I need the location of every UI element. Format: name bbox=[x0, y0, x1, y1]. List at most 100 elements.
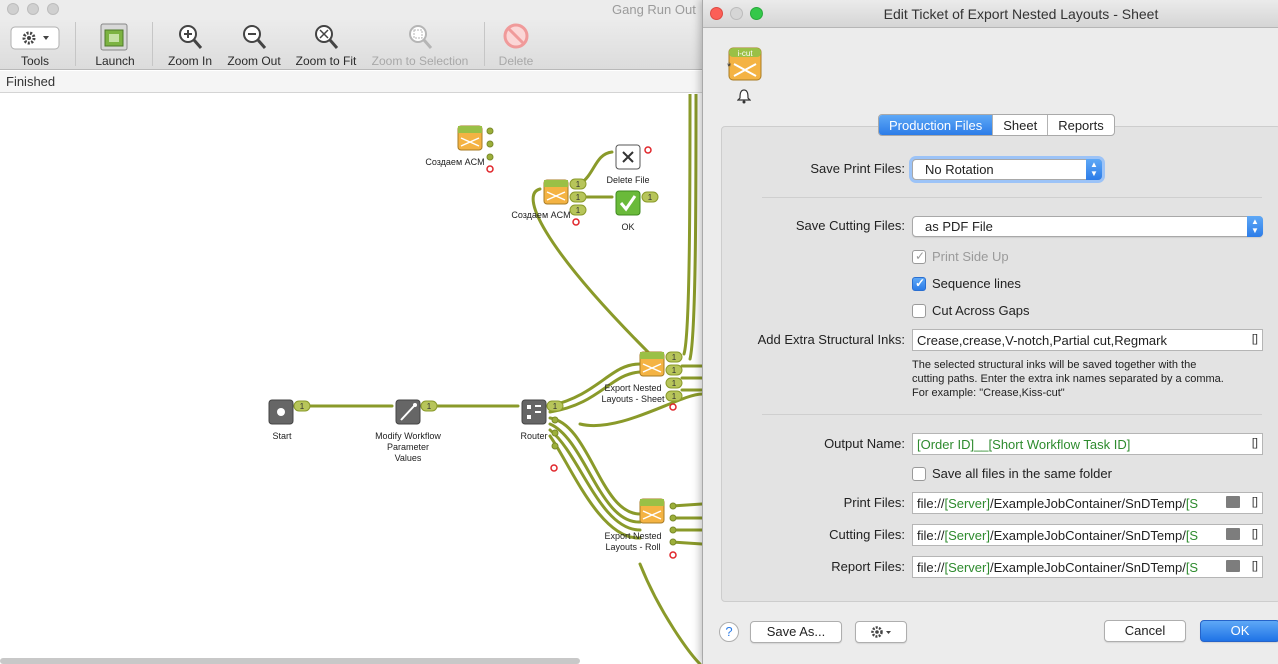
save-print-files-value: No Rotation bbox=[925, 162, 994, 177]
connection-sheet-up-1 bbox=[682, 94, 692, 356]
report-files-label: Report Files: bbox=[831, 559, 905, 574]
acm-node-1-icon bbox=[457, 125, 483, 151]
prohibited-icon bbox=[503, 23, 529, 49]
launch-icon bbox=[100, 23, 128, 51]
gear-icon bbox=[871, 626, 891, 638]
workflow-canvas[interactable]: 1 1 1 1 1 1 1 1 1 1 1 Start Modify Workf… bbox=[0, 94, 702, 664]
tab-sheet[interactable]: Sheet bbox=[993, 115, 1049, 135]
svg-text:1: 1 bbox=[672, 392, 677, 401]
zoom-to-fit-button[interactable]: Zoom to Fit bbox=[295, 22, 357, 68]
updown-chevron-icon: ▲ ▼ bbox=[1086, 159, 1102, 180]
export-roll-node-icon bbox=[639, 498, 665, 524]
delete-button[interactable]: Delete bbox=[496, 22, 536, 68]
same-folder-label: Save all files in the same folder bbox=[932, 466, 1112, 481]
checkbox-box bbox=[912, 466, 926, 481]
svg-text:1: 1 bbox=[648, 193, 653, 202]
status-text: Finished bbox=[6, 74, 56, 89]
sequence-lines-checkbox[interactable]: Sequence lines bbox=[912, 276, 1021, 291]
save-print-files-popup[interactable]: No Rotation ▲ ▼ bbox=[912, 159, 1102, 180]
help-button[interactable]: ? bbox=[719, 622, 739, 642]
export-sheet-node-label: Export Nested Layouts - Sheet bbox=[601, 383, 665, 404]
zoom-in-button[interactable]: Zoom In bbox=[166, 22, 214, 68]
save-print-files-label: Save Print Files: bbox=[810, 161, 905, 176]
acm-node-2-icon bbox=[543, 179, 569, 205]
tools-label: Tools bbox=[20, 54, 49, 68]
variables-button[interactable]: [] bbox=[1252, 437, 1258, 449]
icut-badge-text: i-cut bbox=[737, 49, 753, 58]
tab-reports[interactable]: Reports bbox=[1048, 115, 1114, 135]
start-node-icon bbox=[268, 399, 294, 425]
dialog-title: Edit Ticket of Export Nested Layouts - S… bbox=[883, 6, 1159, 22]
tab-production-files[interactable]: Production Files bbox=[879, 115, 994, 135]
modify-node-icon bbox=[395, 399, 421, 425]
checkbox-box bbox=[912, 249, 926, 264]
acm-node-2-label: Создаем ACM bbox=[511, 210, 571, 220]
zoom-to-selection-button[interactable]: Zoom to Selection bbox=[370, 22, 470, 68]
minimize-button-inactive[interactable] bbox=[27, 3, 39, 15]
acm-node-1-label: Создаем ACM bbox=[425, 157, 485, 167]
cut-across-gaps-checkbox[interactable]: Cut Across Gaps bbox=[912, 303, 1030, 318]
launch-button[interactable]: Launch bbox=[92, 22, 138, 68]
close-button-inactive[interactable] bbox=[7, 3, 19, 15]
zoom-button-inactive[interactable] bbox=[47, 3, 59, 15]
folder-icon[interactable] bbox=[1226, 496, 1240, 508]
connection-router-roll-4 bbox=[548, 434, 642, 540]
order-id-token: [Order ID] bbox=[917, 437, 975, 452]
ok-node-icon bbox=[615, 190, 641, 216]
tools-button[interactable]: Tools bbox=[10, 22, 60, 68]
variables-button[interactable]: [] bbox=[1252, 496, 1258, 508]
svg-text:1: 1 bbox=[576, 180, 581, 189]
zoom-out-icon bbox=[243, 25, 267, 49]
save-as-button[interactable]: Save As... bbox=[750, 621, 842, 643]
router-node-icon bbox=[521, 399, 547, 425]
icut-task-icon: i-cut * bbox=[727, 47, 762, 81]
zoom-out-label: Zoom Out bbox=[227, 54, 281, 68]
save-cutting-files-popup[interactable]: as PDF File ▲ ▼ bbox=[912, 216, 1263, 237]
edit-ticket-dialog: Edit Ticket of Export Nested Layouts - S… bbox=[702, 0, 1278, 664]
cancel-button[interactable]: Cancel bbox=[1104, 620, 1186, 642]
extra-inks-help: The selected structural inks will be sav… bbox=[912, 359, 1224, 399]
save-cutting-files-label: Save Cutting Files: bbox=[795, 218, 905, 233]
extra-inks-label: Add Extra Structural Inks: bbox=[757, 332, 905, 347]
production-files-panel: Save Print Files: No Rotation ▲ ▼ Save Cu… bbox=[721, 126, 1278, 602]
start-node-label: Start bbox=[272, 431, 292, 441]
zoom-out-button[interactable]: Zoom Out bbox=[226, 22, 282, 68]
export-roll-node-label: Export Nested Layouts - Roll bbox=[604, 531, 662, 552]
zoom-in-icon bbox=[179, 25, 203, 49]
horizontal-scrollbar[interactable] bbox=[0, 658, 580, 664]
print-files-field[interactable]: file://[Server]/ExampleJobContainer/SnDT… bbox=[912, 492, 1263, 514]
folder-icon[interactable] bbox=[1226, 560, 1240, 572]
output-name-field[interactable]: [Order ID]__[Short Workflow Task ID] [] bbox=[912, 433, 1263, 455]
zoom-to-selection-icon bbox=[409, 25, 433, 49]
variables-button[interactable]: [] bbox=[1252, 528, 1258, 540]
svg-text:1: 1 bbox=[576, 206, 581, 215]
status-bar: Finished bbox=[0, 71, 702, 93]
zoom-to-selection-label: Zoom to Selection bbox=[371, 54, 469, 68]
zoom-to-fit-label: Zoom to Fit bbox=[295, 54, 357, 68]
modify-node-label: Modify Workflow Parameter Values bbox=[375, 431, 441, 463]
export-sheet-node-icon bbox=[639, 351, 665, 377]
svg-text:1: 1 bbox=[672, 366, 677, 375]
badge-modify: 1 bbox=[427, 402, 432, 411]
ok-node-label: OK bbox=[621, 222, 635, 232]
cutting-files-field[interactable]: file://[Server]/ExampleJobContainer/SnDT… bbox=[912, 524, 1263, 546]
variables-button[interactable]: [] bbox=[1252, 560, 1258, 572]
connection-roll-down bbox=[638, 562, 702, 664]
variables-button[interactable]: [] bbox=[1252, 333, 1258, 345]
dialog-titlebar: Edit Ticket of Export Nested Layouts - S… bbox=[703, 0, 1278, 28]
extra-inks-field[interactable]: Crease,crease,V-notch,Partial cut,Regmar… bbox=[912, 329, 1263, 351]
launch-label: Launch bbox=[95, 54, 135, 68]
folder-icon[interactable] bbox=[1226, 528, 1240, 540]
print-side-up-checkbox[interactable]: Print Side Up bbox=[912, 249, 1009, 264]
workflow-title: Gang Run Out bbox=[612, 2, 696, 17]
report-files-field[interactable]: file://[Server]/ExampleJobContainer/SnDT… bbox=[912, 556, 1263, 578]
print-side-up-label: Print Side Up bbox=[932, 249, 1009, 264]
sequence-lines-label: Sequence lines bbox=[932, 276, 1021, 291]
svg-text:1: 1 bbox=[672, 353, 677, 362]
same-folder-checkbox[interactable]: Save all files in the same folder bbox=[912, 466, 1112, 481]
zoom-to-fit-icon bbox=[315, 25, 339, 49]
ok-button[interactable]: OK bbox=[1200, 620, 1278, 642]
tab-bar: Production Files Sheet Reports bbox=[878, 114, 1115, 136]
bell-icon[interactable] bbox=[737, 88, 751, 104]
options-menu-button[interactable] bbox=[855, 621, 907, 643]
